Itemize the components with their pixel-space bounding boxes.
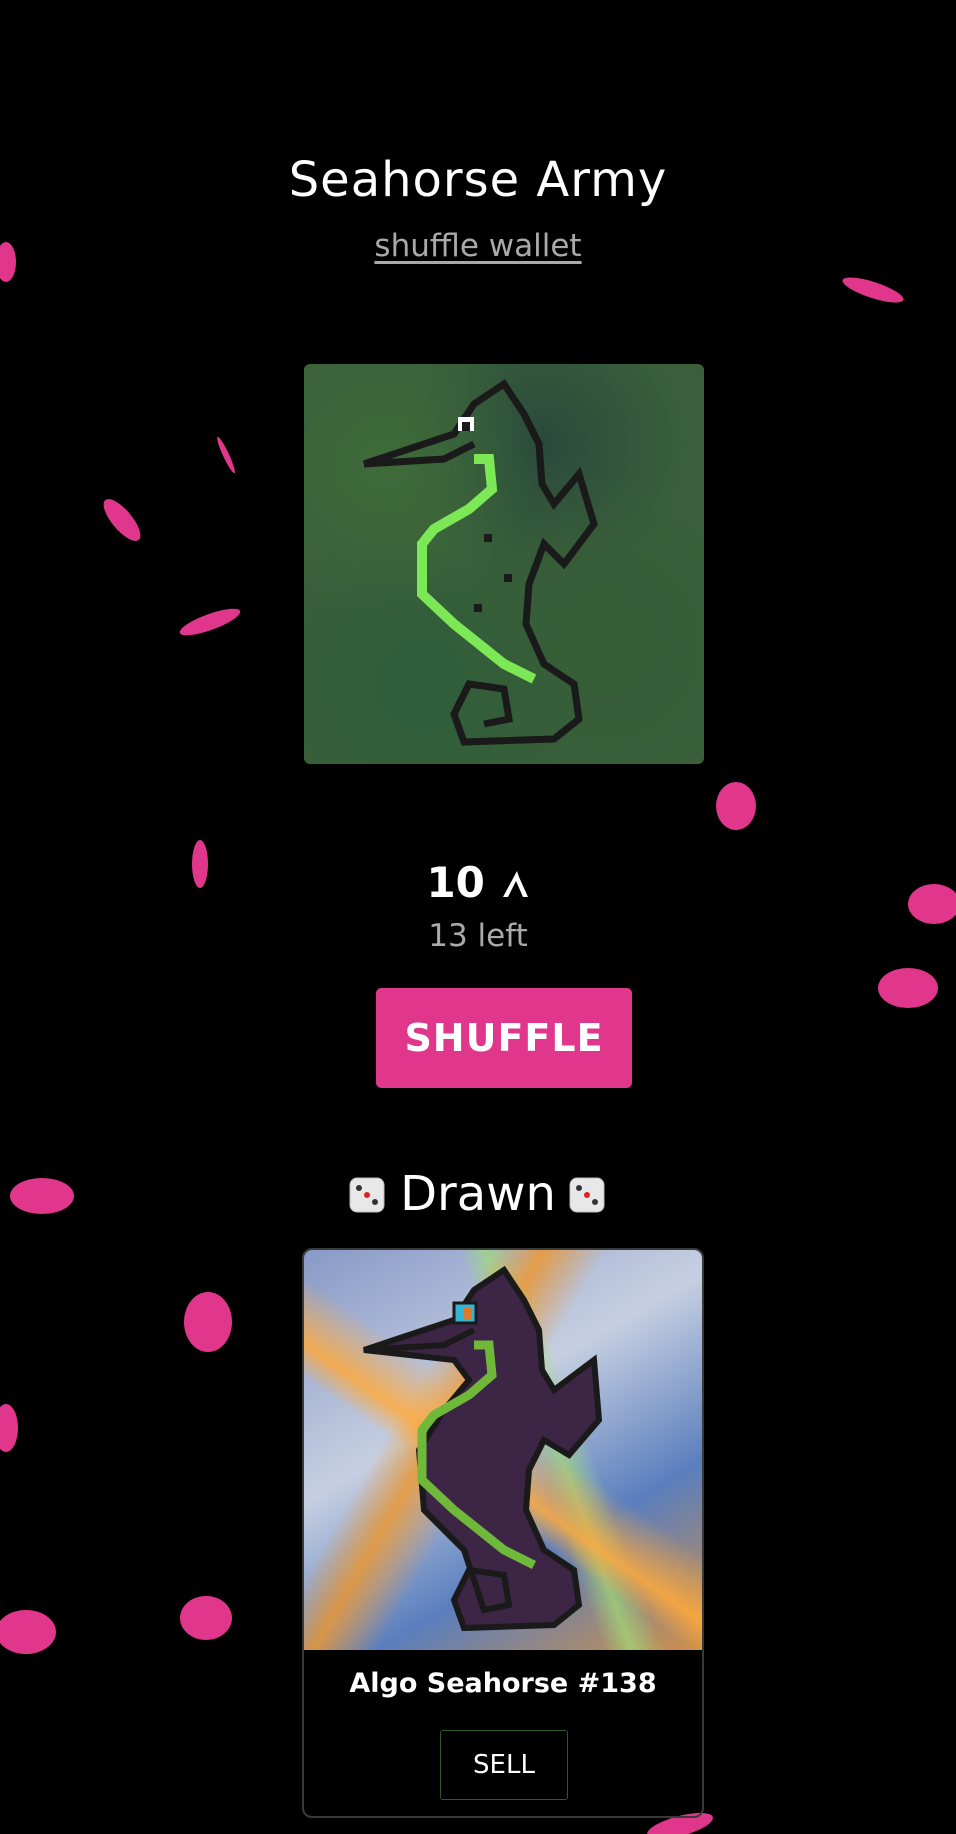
drawn-item-name: Algo Seahorse #138 [349, 1668, 657, 1699]
seahorse-silhouette-icon [362, 379, 598, 746]
algorand-icon [502, 871, 528, 897]
price-display: 10 [0, 858, 956, 907]
shuffle-wallet-link[interactable]: shuffle wallet [0, 228, 956, 264]
collection-title: Seahorse Army [288, 152, 668, 208]
drawn-label: Drawn [400, 1166, 556, 1222]
drawn-nft-card: Algo Seahorse #138 SELL [302, 1248, 704, 1818]
remaining-count: 13 left [428, 918, 528, 954]
sell-button[interactable]: SELL [440, 1730, 568, 1800]
dice-icon [349, 1177, 385, 1213]
drawn-heading: Drawn [0, 1162, 956, 1226]
shuffle-button[interactable]: SHUFFLE [376, 988, 632, 1088]
seahorse-icon [363, 1265, 603, 1632]
preview-seahorse-image [304, 364, 704, 764]
drawn-seahorse-image [304, 1250, 702, 1650]
page: Seahorse Army shuffle wallet 10 13 left … [0, 0, 956, 1834]
dice-icon [569, 1177, 605, 1213]
price-value: 10 [426, 858, 485, 907]
